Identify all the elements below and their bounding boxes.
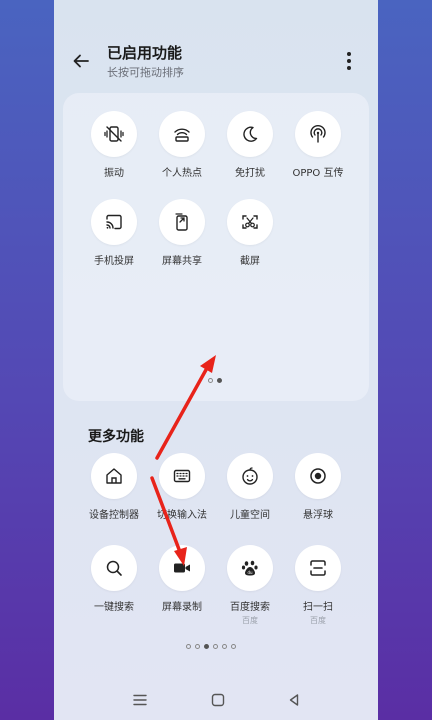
quick-settings-panel: 已启用功能 长按可拖动排序 振动 个人热点 免打扰 OPPO 互传 手机投屏 屏… — [54, 0, 378, 720]
enabled-features-grid: 振动 个人热点 免打扰 OPPO 互传 手机投屏 屏幕共享 截屏 — [63, 93, 369, 401]
tile-screen-cast[interactable]: 手机投屏 — [78, 199, 150, 279]
page-dot[interactable] — [222, 644, 227, 649]
tile-vibrate[interactable]: 振动 — [78, 111, 150, 191]
search-icon — [106, 560, 122, 576]
tile-label: 一键搜索 — [94, 602, 134, 613]
screen-share-icon — [175, 213, 188, 231]
baidu-paw-icon: du — [241, 560, 258, 576]
tile-screenshot[interactable]: 截屏 — [214, 199, 286, 279]
oppo-share-icon — [310, 125, 326, 143]
home-square-icon — [211, 693, 225, 707]
tile-scan[interactable]: 扫一扫 百度 — [282, 545, 354, 625]
page-title: 已启用功能 — [107, 44, 183, 62]
tile-sublabel: 百度 — [310, 616, 326, 625]
tile-label: 振动 — [104, 168, 124, 179]
vibrate-off-icon — [104, 126, 124, 142]
menu-icon — [133, 694, 147, 706]
more-features-title: 更多功能 — [88, 429, 144, 445]
tile-floating-ball[interactable]: 悬浮球 — [282, 453, 354, 533]
home-icon — [106, 468, 122, 484]
tile-label: 儿童空间 — [230, 510, 270, 521]
child-face-icon — [242, 467, 258, 485]
tile-hotspot[interactable]: 个人热点 — [146, 111, 218, 191]
page-indicator — [208, 378, 222, 383]
header: 已启用功能 长按可拖动排序 — [54, 0, 378, 90]
more-vertical-icon — [347, 52, 351, 56]
tile-label: 免打扰 — [235, 168, 265, 179]
scan-icon — [310, 560, 326, 576]
nav-home-button[interactable] — [206, 688, 230, 712]
nav-menu-button[interactable] — [128, 688, 152, 712]
arrow-left-icon — [73, 54, 89, 68]
page-dot[interactable] — [231, 644, 236, 649]
tile-label: 悬浮球 — [303, 510, 333, 521]
svg-text:du: du — [247, 570, 253, 575]
tile-sublabel: 百度 — [242, 616, 258, 625]
page-dot[interactable] — [186, 644, 191, 649]
tile-label: 屏幕录制 — [162, 602, 202, 613]
tile-label: OPPO 互传 — [292, 168, 344, 179]
floating-ball-icon — [310, 468, 326, 484]
tile-switch-input-method[interactable]: 切换输入法 — [146, 453, 218, 533]
tile-label: 扫一扫 — [303, 602, 333, 613]
tile-do-not-disturb[interactable]: 免打扰 — [214, 111, 286, 191]
navigation-bar — [54, 680, 378, 720]
hotspot-icon — [174, 128, 190, 142]
tile-kids-space[interactable]: 儿童空间 — [214, 453, 286, 533]
page-dot[interactable] — [195, 644, 200, 649]
tile-oppo-share[interactable]: OPPO 互传 — [282, 111, 354, 191]
back-triangle-icon — [289, 694, 299, 706]
back-button[interactable] — [70, 50, 92, 72]
page-dot[interactable] — [213, 644, 218, 649]
tile-label: 个人热点 — [162, 168, 202, 179]
moon-icon — [243, 126, 258, 142]
tile-label: 设备控制器 — [89, 510, 139, 521]
keyboard-icon — [173, 469, 191, 483]
page-dot[interactable] — [208, 378, 213, 383]
tile-label: 手机投屏 — [94, 256, 134, 267]
screenshot-icon — [242, 215, 258, 229]
tile-label: 截屏 — [240, 256, 260, 267]
more-page-indicator — [186, 644, 236, 649]
screen-cast-icon — [106, 214, 122, 230]
page-dot-active[interactable] — [217, 378, 222, 383]
tile-label: 切换输入法 — [157, 510, 207, 521]
tile-label: 屏幕共享 — [162, 256, 202, 267]
video-record-icon — [174, 563, 190, 573]
tile-screen-record[interactable]: 屏幕录制 — [146, 545, 218, 625]
page-dot-active[interactable] — [204, 644, 209, 649]
tile-baidu-search[interactable]: du 百度搜索 百度 — [214, 545, 286, 625]
tile-device-controller[interactable]: 设备控制器 — [78, 453, 150, 533]
page-subtitle: 长按可拖动排序 — [107, 66, 184, 79]
nav-back-button[interactable] — [282, 688, 306, 712]
more-options-button[interactable] — [338, 50, 360, 72]
tile-one-key-search[interactable]: 一键搜索 — [78, 545, 150, 625]
tile-label: 百度搜索 — [230, 602, 270, 613]
tile-screen-share[interactable]: 屏幕共享 — [146, 199, 218, 279]
